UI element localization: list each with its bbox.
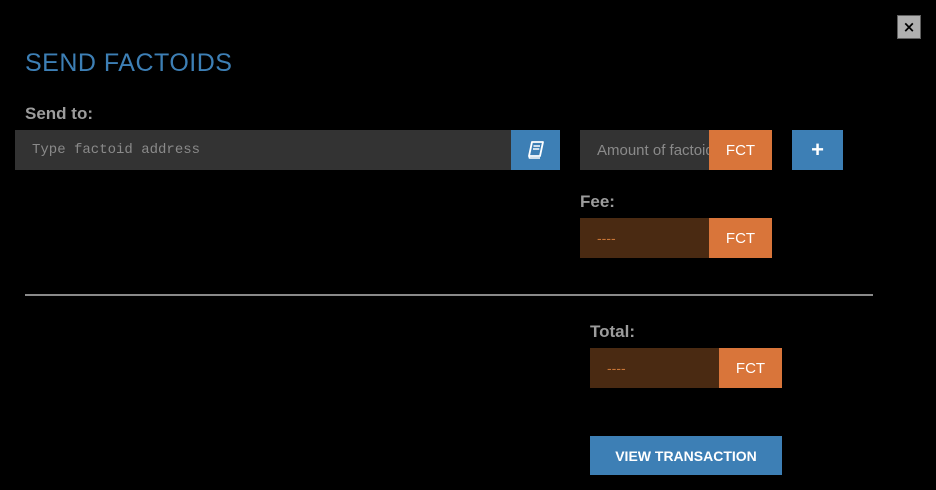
fee-label: Fee: [580, 192, 615, 211]
total-label: Total: [590, 322, 636, 341]
close-button[interactable]: × [897, 15, 921, 39]
fee-currency-badge: FCT [709, 218, 772, 258]
total-value: ---- [590, 348, 719, 388]
send-to-label: Send to: [25, 104, 93, 123]
plus-icon: + [811, 137, 824, 162]
address-input[interactable] [15, 130, 511, 170]
close-icon[interactable]: × [903, 19, 916, 35]
amount-currency-badge: FCT [709, 130, 772, 170]
divider [25, 294, 873, 296]
amount-input[interactable] [580, 130, 709, 170]
fee-value: ---- [580, 218, 709, 258]
address-book-icon [527, 141, 544, 159]
view-transaction-button[interactable]: VIEW TRANSACTION [590, 436, 782, 475]
total-currency-badge: FCT [719, 348, 782, 388]
address-book-button[interactable] [511, 130, 560, 170]
add-recipient-button[interactable]: + [792, 130, 843, 170]
dialog-title: SEND FACTOIDS [25, 49, 233, 77]
